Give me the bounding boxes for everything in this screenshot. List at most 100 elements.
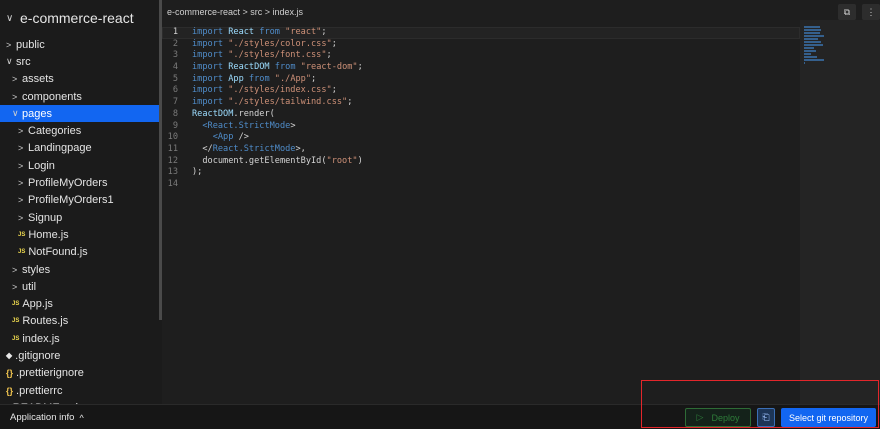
code-line[interactable]: 13); [162, 167, 800, 179]
tree-item-landingpage[interactable]: > Landingpage [0, 140, 162, 157]
tree-item-categories[interactable]: > Categories [0, 122, 162, 139]
minimap-line [804, 41, 821, 43]
code-line[interactable]: 11 </React.StrictMode>, [162, 144, 800, 156]
tree-item-components[interactable]: > components [0, 88, 162, 105]
code-line[interactable]: 8 ReactDOM.render( [162, 109, 800, 121]
minimap-line [804, 29, 821, 31]
code-line[interactable]: 10 <App /> [162, 132, 800, 144]
tree-item-signup[interactable]: > Signup [0, 209, 162, 226]
line-number: 9 [172, 120, 178, 131]
line-content: <React.StrictMode> [202, 120, 296, 131]
code-line[interactable]: 7 import "./styles/tailwind.css"; [162, 97, 800, 109]
tree-item-label: public [16, 38, 45, 51]
line-number: 14 [167, 178, 178, 189]
application-info-label: Application info [10, 412, 75, 423]
tree-item-home-js[interactable]: JS Home.js [0, 226, 162, 243]
code-line[interactable]: 4 import ReactDOM from "react-dom"; [162, 62, 800, 74]
tree-item-pages[interactable]: ∨ pages [0, 105, 162, 123]
tree-item-util[interactable]: > util [0, 278, 162, 295]
js-file-icon: JS [12, 318, 20, 325]
chevron-right-icon: > [12, 264, 18, 275]
line-content: import React from "react"; [192, 27, 327, 37]
line-number: 5 [172, 73, 178, 84]
minimap-line [804, 44, 823, 46]
copy-icon[interactable]: ⧉ [838, 4, 856, 20]
line-number: 4 [172, 62, 178, 73]
minimap-lines [804, 26, 826, 68]
line-content: <App /> [212, 132, 249, 143]
minimap-line [804, 38, 819, 40]
tree-item-label: Home.js [28, 228, 69, 241]
tree-item-notfound-js[interactable]: JS NotFound.js [0, 244, 162, 261]
project-root[interactable]: ∨ e-commerce-react [0, 0, 162, 36]
chevron-right-icon: > [18, 195, 24, 206]
tree-item-prettierrc[interactable]: {} .prettierrc [0, 382, 162, 399]
tree-item-gitignore[interactable]: ◆ .gitignore [0, 347, 162, 364]
chevron-down-icon: ∨ [6, 56, 13, 67]
line-number: 7 [172, 97, 178, 108]
chevron-right-icon: > [12, 281, 18, 292]
file-tree: > public ∨ src > assets > components ∨ pages > Cate… [0, 36, 162, 404]
line-number: 2 [172, 38, 178, 49]
line-content: import ReactDOM from "react-dom"; [192, 62, 363, 73]
tree-item-label: .prettierignore [16, 367, 84, 380]
code-line[interactable]: 6 import "./styles/index.css"; [162, 85, 800, 97]
minimap-line [804, 26, 820, 28]
tree-item-login[interactable]: > Login [0, 157, 162, 174]
minimap-line [804, 32, 821, 34]
chevron-right-icon: > [12, 91, 18, 102]
tree-item-routes-js[interactable]: JS Routes.js [0, 313, 162, 330]
chevron-up-icon: ^ [79, 412, 84, 423]
tree-item-label: Routes.js [22, 315, 69, 328]
code-area[interactable]: 1 import React from "react"; 2 import "./st… [162, 27, 800, 191]
js-file-icon: JS [12, 301, 20, 308]
chevron-down-icon: ∨ [12, 108, 19, 119]
js-file-icon: JS [18, 249, 26, 256]
line-content: </React.StrictMode>, [192, 143, 306, 154]
chevron-right-icon: > [18, 126, 24, 137]
code-line[interactable]: 14 [162, 179, 800, 191]
config-file-icon: {} [6, 385, 14, 396]
tree-item-index-js[interactable]: JS index.js [0, 330, 162, 347]
code-line[interactable]: 12 document.getElementById("root") [162, 156, 800, 168]
code-line[interactable]: 3 import "./styles/font.css"; [162, 50, 800, 62]
breadcrumb[interactable]: e-commerce-react > src > index.js [167, 7, 303, 17]
line-content: import "./styles/tailwind.css"; [192, 97, 353, 108]
tree-item-public[interactable]: > public [0, 36, 162, 53]
minimap-line [804, 50, 816, 52]
tree-item-label: ProfileMyOrders1 [28, 194, 114, 207]
tree-item-styles[interactable]: > styles [0, 261, 162, 278]
git-file-icon: ◆ [6, 351, 13, 361]
tree-item-label: Categories [28, 125, 82, 138]
tree-item-label: styles [22, 263, 51, 276]
tree-item-label: App.js [22, 298, 53, 311]
line-content: import "./styles/index.css"; [192, 85, 337, 96]
code-line[interactable]: 5 import App from "./App"; [162, 74, 800, 86]
tree-item-assets[interactable]: > assets [0, 71, 162, 88]
chevron-right-icon: > [6, 39, 12, 50]
chevron-down-icon: ∨ [6, 12, 14, 24]
minimap-line [804, 53, 811, 55]
more-icon[interactable]: ⋮ [862, 4, 880, 20]
minimap[interactable] [800, 20, 880, 404]
tree-item-label: Signup [28, 211, 63, 224]
tree-item-src[interactable]: ∨ src [0, 53, 162, 70]
line-content: ReactDOM.render( [192, 108, 275, 119]
code-line[interactable]: 9 <React.StrictMode> [162, 121, 800, 133]
application-info-button[interactable]: Application info ^ [10, 412, 84, 423]
line-number: 3 [172, 50, 178, 61]
tree-item-app-js[interactable]: JS App.js [0, 295, 162, 312]
tree-item-prettierignore[interactable]: {} .prettierignore [0, 365, 162, 382]
line-content: document.getElementById("root") [192, 155, 363, 166]
tree-item-label: NotFound.js [28, 246, 88, 259]
tree-item-label: assets [22, 73, 54, 86]
tree-item-profilemyorders1[interactable]: > ProfileMyOrders1 [0, 192, 162, 209]
line-content: ); [192, 167, 203, 178]
tree-item-label: index.js [22, 332, 60, 345]
code-line[interactable]: 2 import "./styles/color.css"; [162, 39, 800, 51]
line-content: import "./styles/color.css"; [192, 38, 337, 49]
code-line[interactable]: 1 import React from "react"; [162, 27, 800, 39]
highlight-box [641, 380, 879, 428]
project-name: e-commerce-react [20, 10, 134, 26]
tree-item-profilemyorders[interactable]: > ProfileMyOrders [0, 174, 162, 191]
